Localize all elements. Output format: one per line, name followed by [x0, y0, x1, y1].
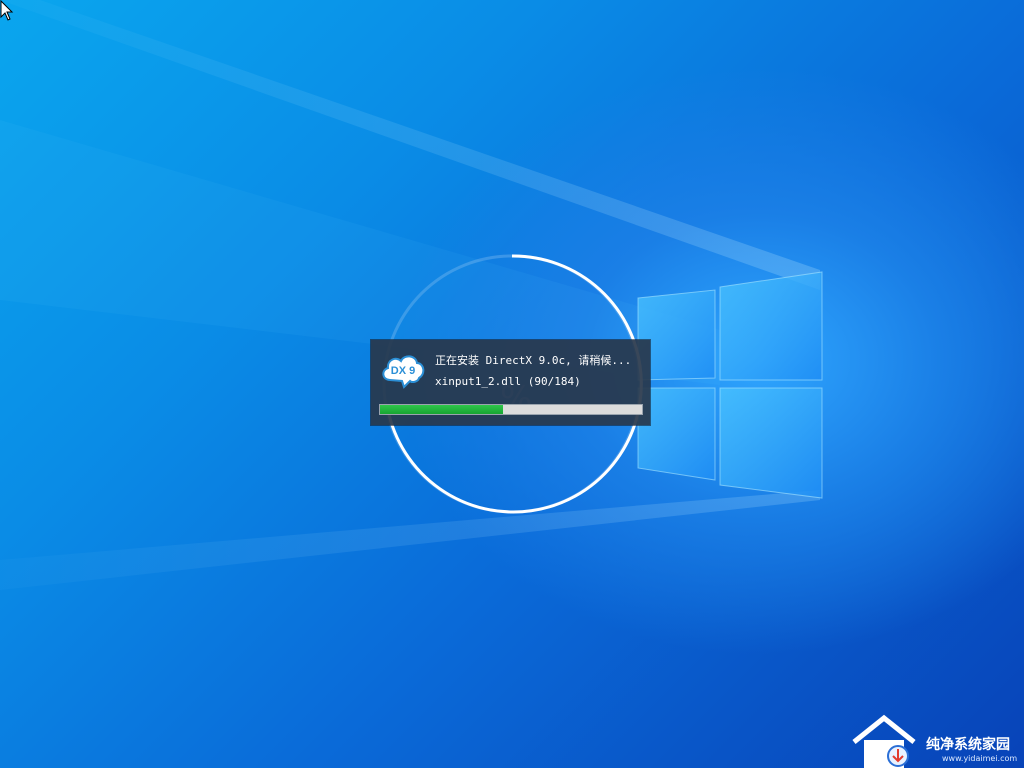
install-progress-dialog: DX 9 正在安装 DirectX 9.0c, 请稍候... xinput1_2…: [371, 340, 650, 425]
desktop-background: % DX 9 正在安装 DirectX 9.0c, 请稍候... xinput1…: [0, 0, 1024, 768]
watermark-site-name: 纯净系统家园: [926, 737, 1010, 753]
site-watermark: 纯净系统家园 www.yidaimei.com: [848, 712, 1024, 768]
mouse-pointer-icon: [0, 0, 14, 21]
progress-bar: [379, 404, 643, 415]
dx-logo-text: DX 9: [391, 365, 415, 377]
watermark-url: www.yidaimei.com: [942, 754, 1018, 763]
directx-cloud-icon: DX 9: [382, 355, 425, 389]
dialog-title: 正在安装 DirectX 9.0c, 请稍候...: [435, 354, 632, 367]
house-logo-icon: [852, 714, 916, 768]
current-file-label: xinput1_2.dll (90/184): [435, 375, 581, 388]
progress-bar-fill: [380, 405, 504, 414]
